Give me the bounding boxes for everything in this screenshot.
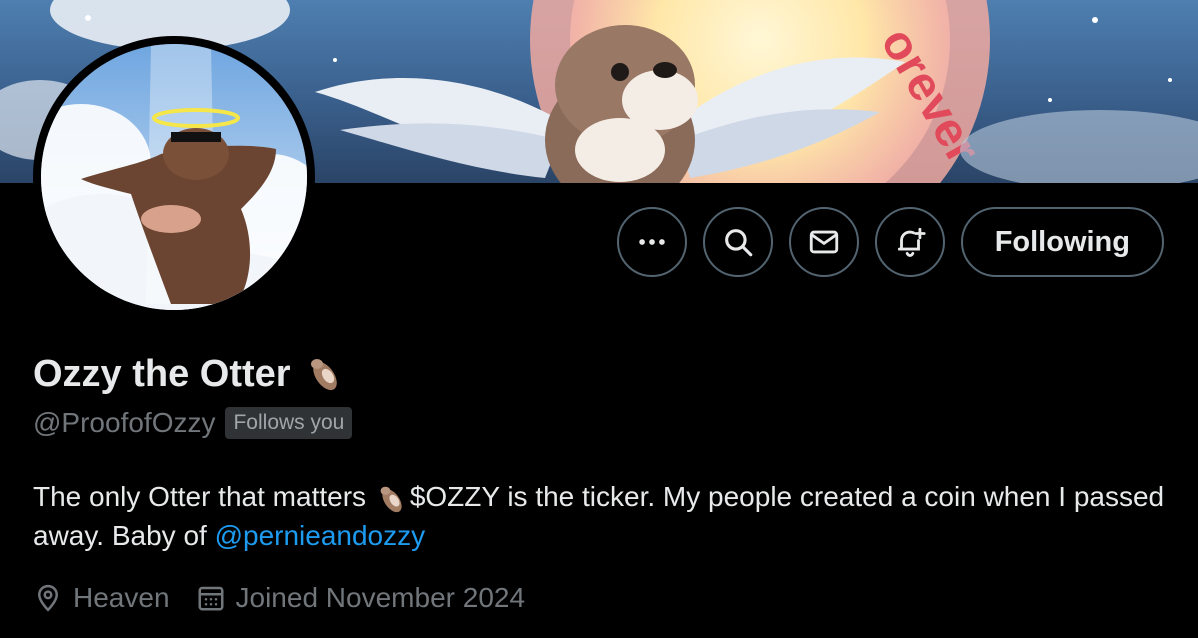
profile-actions: Following bbox=[616, 207, 1164, 277]
otter-emoji-icon bbox=[310, 359, 337, 391]
profile-name: Ozzy the Otter bbox=[33, 352, 291, 395]
notification-bell-icon bbox=[897, 227, 926, 257]
follows-you-badge: Follows you bbox=[225, 407, 353, 439]
avatar-image bbox=[41, 44, 307, 310]
profile-handle: @ProofofOzzy bbox=[33, 407, 216, 438]
joined-item: Joined November 2024 bbox=[196, 582, 526, 614]
profile-bio: The only Otter that matters $OZZY is the… bbox=[33, 478, 1173, 554]
profile-avatar[interactable] bbox=[33, 36, 315, 318]
message-button[interactable] bbox=[788, 207, 859, 277]
otter-emoji-icon bbox=[380, 486, 402, 512]
message-icon bbox=[809, 230, 838, 254]
search-button[interactable] bbox=[702, 207, 773, 277]
bio-mention-link[interactable]: @pernieandozzy bbox=[215, 520, 426, 551]
bio-text-1: The only Otter that matters bbox=[33, 481, 367, 512]
location-text: Heaven bbox=[73, 582, 170, 613]
joined-text: Joined November 2024 bbox=[235, 582, 526, 613]
more-button[interactable] bbox=[616, 207, 687, 277]
notification-button[interactable] bbox=[874, 207, 945, 277]
search-icon bbox=[724, 229, 752, 257]
location-item: Heaven bbox=[33, 582, 170, 614]
profile-handle-row: @ProofofOzzy Follows you bbox=[33, 407, 353, 439]
profile-name-row: Ozzy the Otter bbox=[33, 352, 347, 396]
following-button[interactable]: Following bbox=[960, 207, 1164, 277]
location-pin-icon bbox=[37, 584, 59, 612]
calendar-icon bbox=[198, 586, 224, 611]
more-icon bbox=[638, 239, 665, 245]
profile-meta: Heaven Joined November 2024 bbox=[33, 582, 525, 614]
